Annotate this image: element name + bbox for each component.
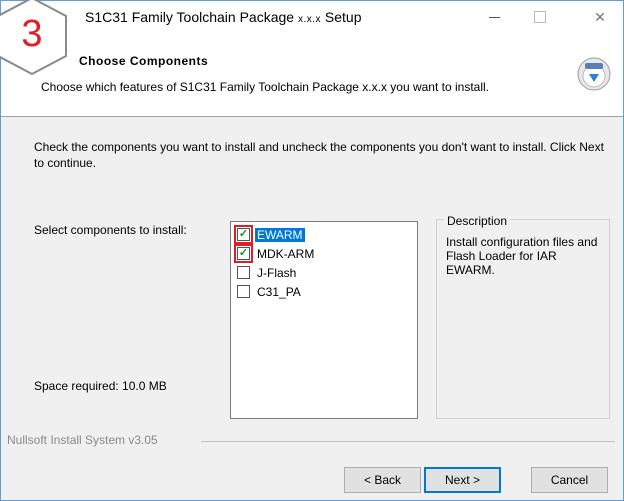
content-area: Check the components you want to install… — [1, 117, 623, 437]
window-title-suffix: Setup — [324, 9, 362, 25]
window-title-version: x.x.x — [297, 14, 322, 25]
branding-text: Nullsoft Install System v3.05 — [7, 433, 162, 447]
installer-logo-icon — [577, 57, 611, 91]
components-tree[interactable]: ✓ EWARM ✓ MDK-ARM J-Flash C31_PA — [230, 221, 418, 419]
cancel-button[interactable]: Cancel — [531, 467, 608, 493]
page-title: Choose Components — [79, 54, 209, 68]
component-label-j-flash: J-Flash — [257, 265, 297, 280]
next-button-label: Next > — [444, 473, 480, 487]
select-components-label: Select components to install: — [34, 223, 187, 237]
description-title: Description — [444, 214, 511, 228]
description-text: Install configuration files and Flash Lo… — [446, 235, 598, 277]
title-bar[interactable]: S1C31 Family Toolchain Package x.x.x Set… — [1, 1, 623, 33]
back-button-label: < Back — [363, 473, 402, 487]
component-checkbox-j-flash[interactable] — [237, 266, 250, 279]
minimize-button[interactable] — [471, 1, 517, 33]
back-button[interactable]: < Back — [344, 467, 421, 493]
component-checkbox-ewarm[interactable]: ✓ — [234, 225, 253, 244]
next-button[interactable]: Next > — [424, 467, 501, 493]
step-badge: 3 — [0, 0, 70, 78]
component-item-ewarm[interactable]: ✓ EWARM — [234, 225, 305, 244]
page-subtitle: Choose which features of S1C31 Family To… — [41, 80, 490, 94]
component-item-mdk-arm[interactable]: ✓ MDK-ARM — [234, 244, 316, 263]
component-label-c31-pa: C31_PA — [257, 284, 301, 299]
component-checkbox-c31-pa[interactable] — [237, 285, 250, 298]
cancel-button-label: Cancel — [550, 473, 589, 487]
minimize-icon — [488, 16, 500, 18]
window-title: S1C31 Family Toolchain Package x.x.x Set… — [85, 9, 362, 25]
component-item-j-flash[interactable]: J-Flash — [237, 264, 298, 281]
page-header: Choose Components Choose which features … — [1, 33, 623, 115]
branding-row: Nullsoft Install System v3.05 — [1, 433, 623, 451]
branding-line — [201, 441, 615, 442]
component-item-c31-pa[interactable]: C31_PA — [237, 283, 303, 300]
component-label-mdk-arm: MDK-ARM — [257, 246, 315, 261]
installer-window: S1C31 Family Toolchain Package x.x.x Set… — [0, 0, 624, 501]
window-title-name: S1C31 Family Toolchain Package — [85, 9, 295, 25]
component-label-ewarm: EWARM — [255, 227, 305, 242]
footer-area: Nullsoft Install System v3.05 < Back Nex… — [1, 433, 623, 500]
space-required-label: Space required: 10.0 MB — [34, 379, 167, 393]
intro-text: Check the components you want to install… — [34, 140, 604, 170]
close-button[interactable]: ✕ — [577, 1, 623, 33]
step-number: 3 — [21, 13, 43, 55]
maximize-button[interactable] — [517, 1, 563, 33]
component-checkbox-mdk-arm[interactable]: ✓ — [234, 244, 253, 263]
close-icon: ✕ — [594, 8, 606, 25]
maximize-icon — [534, 11, 546, 23]
